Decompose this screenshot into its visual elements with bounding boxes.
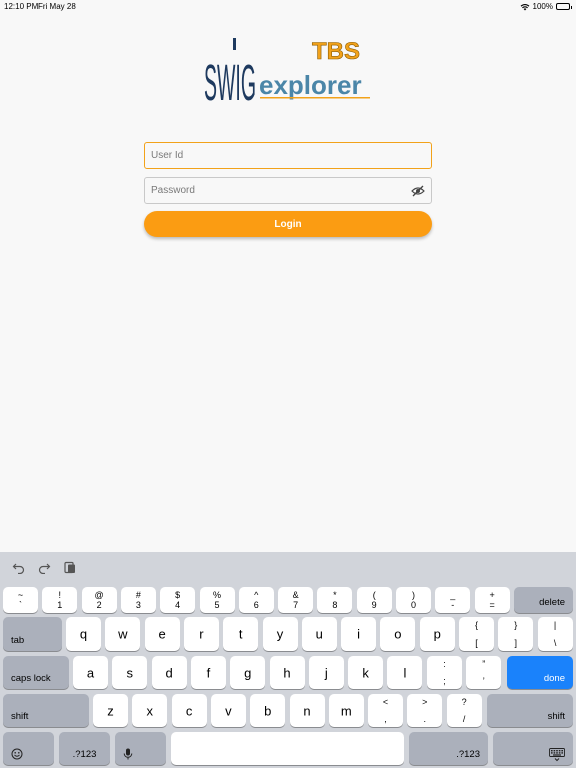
logo-tbs: TBS [312, 38, 360, 65]
user-id-field[interactable] [144, 142, 432, 169]
key-letter-g[interactable]: g [230, 656, 266, 689]
key-letter-t[interactable]: t [223, 617, 259, 651]
key-symbol-r2-1[interactable]: }] [498, 617, 534, 651]
key-letter-q[interactable]: q [66, 617, 101, 651]
status-date: Fri May 28 [38, 2, 76, 11]
status-time: 12:10 PM [4, 2, 39, 11]
logo-swig: SWIG [204, 53, 256, 104]
hide-keyboard-key[interactable] [493, 732, 573, 765]
password-field[interactable] [144, 177, 432, 204]
key-letter-b[interactable]: b [250, 694, 286, 727]
password-input[interactable] [145, 178, 431, 203]
eye-off-icon[interactable] [411, 184, 425, 198]
key-letter-w[interactable]: w [105, 617, 141, 651]
done-key[interactable]: done [507, 656, 573, 689]
key-number-9[interactable]: (9 [356, 587, 392, 613]
key-number-11[interactable]: _ - [435, 587, 471, 613]
key-symbol-r3-0[interactable]: :; [427, 656, 462, 689]
key-letter-m[interactable]: m [328, 694, 364, 727]
undo-icon[interactable] [12, 560, 26, 574]
key-letter-c[interactable]: c [171, 694, 207, 727]
key-number-8[interactable]: * 8 [317, 587, 353, 613]
key-symbol-r4-2[interactable]: ? / [446, 694, 482, 727]
key-letter-i[interactable]: i [341, 617, 377, 651]
key-number-1[interactable]: ! 1 [42, 587, 78, 613]
key-number-3[interactable]: #3 [120, 587, 156, 613]
keyboard-hide-icon [549, 748, 565, 762]
app-logo: SWIG TBS explorer [204, 38, 370, 104]
key-symbol-r2-0[interactable]: {[ [459, 617, 494, 651]
key-number-7[interactable]: & 7 [278, 587, 314, 613]
key-number-0[interactable]: ~ ` [3, 587, 38, 613]
login-button[interactable]: Login [144, 211, 432, 237]
status-right: 100% [520, 2, 572, 11]
key-symbol-r2-2[interactable]: | \ [537, 617, 573, 651]
key-letter-v[interactable]: v [210, 694, 246, 727]
battery-icon [556, 3, 572, 10]
key-number-12[interactable]: + = [474, 587, 510, 613]
paste-icon[interactable] [63, 560, 77, 574]
key-symbol-r4-0[interactable]: <, [368, 694, 403, 727]
numbers-key-right[interactable]: .?123 [409, 732, 488, 765]
dictation-key[interactable] [115, 732, 166, 765]
key-letter-j[interactable]: j [308, 656, 344, 689]
onscreen-keyboard: ~ `! 1 @2 #3 $4% 5 ^ 6 & 7 * 8(9) 0 _ - + = delete tab qw… [0, 552, 576, 768]
key-letter-a[interactable]: a [73, 656, 108, 689]
key-number-6[interactable]: ^ 6 [238, 587, 274, 613]
key-number-2[interactable]: @2 [81, 587, 117, 613]
key-symbol-r3-1[interactable]: ”’ [466, 656, 502, 689]
key-letter-k[interactable]: k [348, 656, 384, 689]
logo-bottle-mark [233, 38, 236, 50]
logo-underline [260, 97, 370, 99]
user-id-input[interactable] [145, 143, 431, 168]
key-letter-l[interactable]: l [387, 656, 423, 689]
numbers-key-left[interactable]: .?123 [59, 732, 110, 765]
key-letter-s[interactable]: s [112, 656, 148, 689]
key-letter-x[interactable]: x [132, 694, 168, 727]
tab-key[interactable]: tab [3, 617, 62, 651]
key-letter-y[interactable]: y [262, 617, 298, 651]
shift-right-key[interactable]: shift [487, 694, 573, 727]
key-letter-z[interactable]: z [93, 694, 128, 727]
key-letter-d[interactable]: d [151, 656, 187, 689]
key-number-5[interactable]: % 5 [199, 587, 235, 613]
status-bar: 12:10 PM Fri May 28 100% [0, 0, 576, 12]
key-number-10[interactable]: ) 0 [396, 587, 431, 613]
wifi-icon [520, 3, 529, 10]
key-letter-r[interactable]: r [183, 617, 219, 651]
shift-left-key[interactable]: shift [3, 694, 89, 727]
space-key[interactable] [171, 732, 404, 765]
delete-key[interactable]: delete [514, 587, 573, 613]
key-letter-u[interactable]: u [301, 617, 337, 651]
microphone-icon [123, 748, 133, 760]
key-number-4[interactable]: $4 [160, 587, 196, 613]
key-letter-n[interactable]: n [289, 694, 325, 727]
key-letter-f[interactable]: f [190, 656, 226, 689]
emoji-icon [11, 748, 23, 760]
emoji-key[interactable] [3, 732, 54, 765]
key-letter-p[interactable]: p [419, 617, 455, 651]
logo-explorer: explorer [259, 70, 362, 100]
caps-lock-key[interactable]: caps lock [3, 656, 69, 689]
key-letter-o[interactable]: o [380, 617, 416, 651]
key-symbol-r4-1[interactable]: >. [407, 694, 443, 727]
key-letter-e[interactable]: e [144, 617, 180, 651]
key-letter-h[interactable]: h [269, 656, 305, 689]
redo-icon[interactable] [37, 560, 51, 574]
battery-percent: 100% [532, 2, 553, 11]
